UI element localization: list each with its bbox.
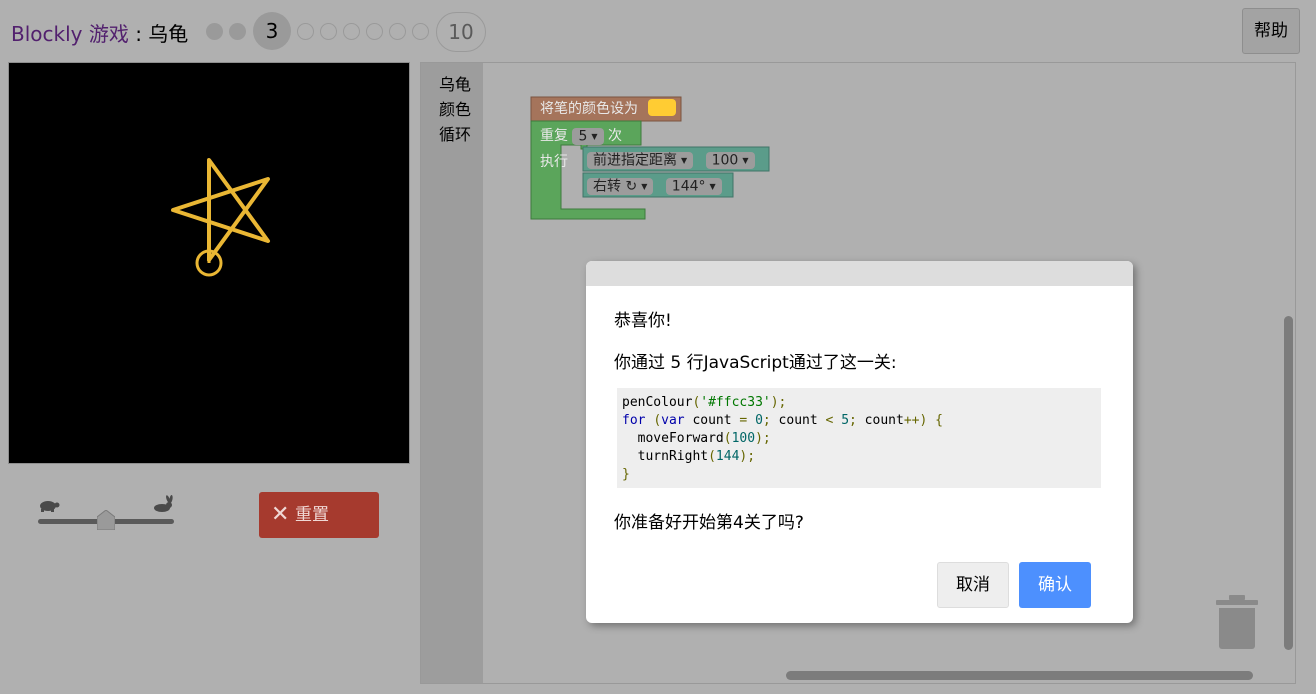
- vertical-scrollbar[interactable]: [1284, 316, 1293, 650]
- level-1-dot[interactable]: [206, 23, 223, 40]
- current-level-indicator[interactable]: 3: [253, 12, 291, 50]
- move-forward-block[interactable]: 前进指定距离 ▼ 100 ▼: [587, 152, 755, 169]
- level-4-dot[interactable]: [297, 23, 314, 40]
- do-label: 执行: [540, 154, 568, 170]
- lines-message: 你通过 5 行JavaScript通过了这一关:: [614, 353, 897, 373]
- toolbox: 乌龟 颜色 循环: [421, 63, 483, 683]
- code-line-3: moveForward(100);: [622, 431, 771, 446]
- game-name: 乌龟: [148, 22, 189, 46]
- reset-label: 重置: [295, 505, 329, 525]
- reset-button[interactable]: ✕ 重置: [259, 492, 379, 538]
- page-title: Blockly 游戏 : 乌龟: [11, 18, 188, 47]
- slider-knob[interactable]: [97, 510, 115, 530]
- dialog-titlebar[interactable]: [586, 261, 1133, 286]
- star-path: [171, 158, 270, 262]
- horizontal-scrollbar[interactable]: [786, 671, 1253, 680]
- repeat-count-value: 5: [578, 128, 588, 144]
- pen-colour-label: 将笔的颜色设为: [540, 101, 638, 117]
- repeat-label: 重复 5 ▼ 次: [540, 125, 622, 145]
- repeat-suffix: 次: [607, 128, 622, 144]
- star-drawing: [171, 158, 270, 277]
- turn-angle-value: 144°: [671, 178, 706, 195]
- fast-rabbit-icon: [154, 495, 173, 512]
- code-line-2: for (var count = 0; count < 5; count++) …: [622, 413, 943, 428]
- turn-direction-dropdown[interactable]: 右转 ↻ ▼: [587, 178, 654, 195]
- level-2-dot[interactable]: [229, 23, 246, 40]
- repeat-count-dropdown[interactable]: 5 ▼: [572, 127, 604, 145]
- move-distance-value: 100: [711, 152, 739, 169]
- level-8-dot[interactable]: [389, 23, 406, 40]
- repeat-text: 重复: [540, 128, 568, 144]
- turtle-display-canvas: [8, 62, 410, 464]
- speed-slider[interactable]: [34, 492, 179, 534]
- level-5-dot[interactable]: [320, 23, 337, 40]
- code-line-1: penColour('#ffcc33');: [622, 395, 787, 410]
- ok-button[interactable]: 确认: [1019, 562, 1091, 608]
- congrats-dialog: 恭喜你! 你通过 5 行JavaScript通过了这一关: penColour(…: [586, 261, 1133, 623]
- blockly-games-link[interactable]: Blockly 游戏: [11, 22, 129, 46]
- code-display: penColour('#ffcc33'); for (var count = 0;…: [617, 388, 1101, 488]
- slow-turtle-icon: [40, 501, 60, 512]
- level-6-dot[interactable]: [343, 23, 360, 40]
- congrats-message: 恭喜你!: [614, 311, 672, 331]
- pen-colour-swatch[interactable]: [648, 99, 676, 116]
- toolbox-category-colour[interactable]: 颜色: [439, 96, 471, 120]
- chevron-down-icon: ▼: [591, 131, 598, 141]
- turn-direction-value: 右转 ↻: [593, 178, 638, 195]
- code-line-4: turnRight(144);: [622, 449, 756, 464]
- cancel-button[interactable]: 取消: [937, 562, 1009, 608]
- next-level-question: 你准备好开始第4关了吗?: [614, 513, 804, 533]
- chevron-down-icon: ▼: [641, 182, 648, 191]
- level-9-dot[interactable]: [412, 23, 429, 40]
- move-mode-dropdown[interactable]: 前进指定距离 ▼: [587, 152, 694, 169]
- title-separator: :: [128, 22, 149, 46]
- header: Blockly 游戏 : 乌龟 3 10 帮助: [0, 0, 1316, 62]
- close-x-icon: ✕: [271, 502, 290, 527]
- chevron-down-icon: ▼: [681, 156, 688, 165]
- level-7-dot[interactable]: [366, 23, 383, 40]
- turn-angle-dropdown[interactable]: 144° ▼: [665, 178, 722, 195]
- trash-icon[interactable]: [1214, 594, 1260, 650]
- toolbox-category-loop[interactable]: 循环: [439, 121, 471, 145]
- level-10-link[interactable]: 10: [436, 12, 486, 52]
- turn-right-block[interactable]: 右转 ↻ ▼ 144° ▼: [587, 178, 722, 195]
- toolbox-category-turtle[interactable]: 乌龟: [439, 71, 471, 95]
- chevron-down-icon: ▼: [709, 182, 716, 191]
- chevron-down-icon: ▼: [742, 156, 749, 165]
- help-button[interactable]: 帮助: [1242, 8, 1300, 54]
- move-distance-dropdown[interactable]: 100 ▼: [705, 152, 755, 169]
- code-line-5: }: [622, 467, 630, 482]
- move-mode-value: 前进指定距离: [593, 152, 677, 169]
